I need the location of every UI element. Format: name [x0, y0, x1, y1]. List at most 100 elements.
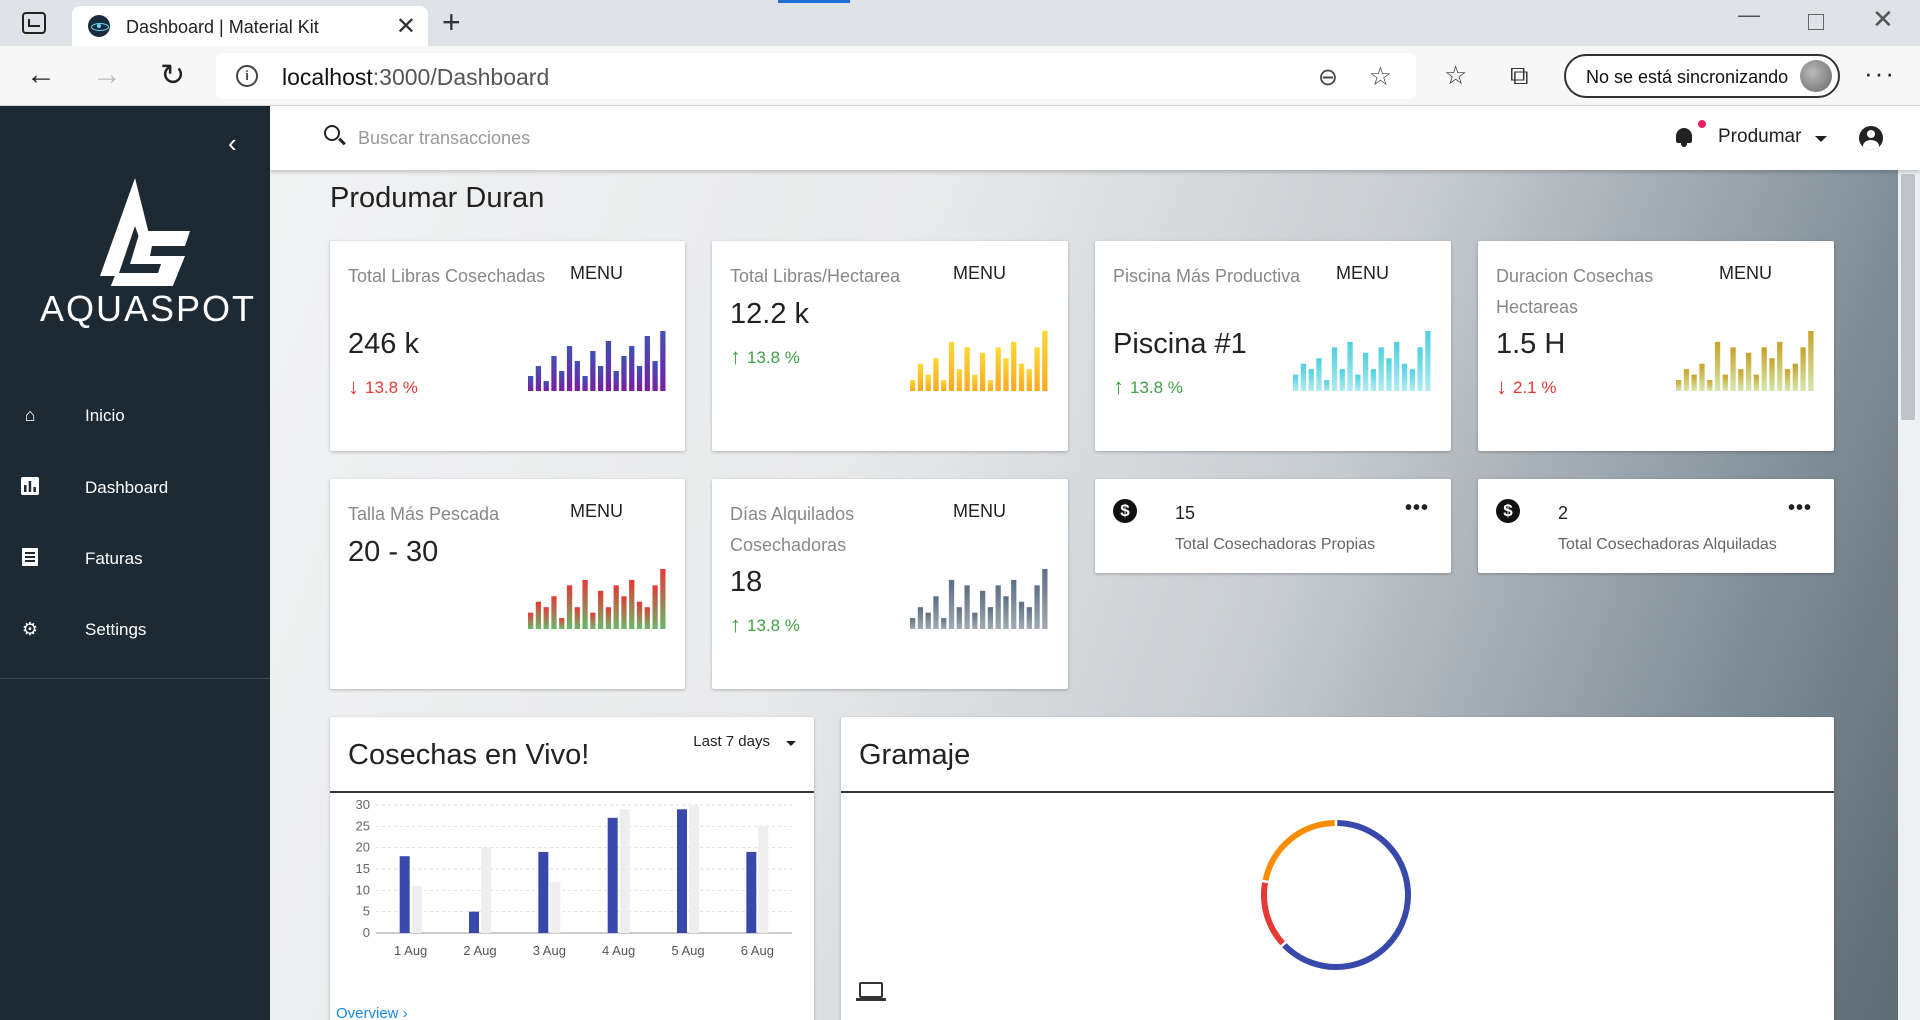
url-text[interactable]: localhost:3000/Dashboard [282, 64, 549, 91]
stat-card-value: 12.2 k [730, 298, 809, 330]
browser-tab-bar: Dashboard | Material Kit ✕ + — ✕ [0, 0, 1920, 46]
sparkline-bar [652, 585, 658, 629]
range-select[interactable]: Last 7 days [693, 733, 770, 750]
collapse-sidebar-icon[interactable]: ‹ [228, 128, 237, 159]
zoom-out-icon[interactable]: ⊖ [1318, 63, 1338, 92]
stat-card-title: Total Libras/Hectarea [730, 266, 901, 286]
sparkline-bar [621, 596, 627, 629]
back-arrow-icon[interactable]: ← [26, 58, 56, 92]
chevron-down-icon[interactable] [786, 741, 796, 746]
sparkline-bar [605, 341, 612, 391]
stat-card-value: 18 [730, 566, 763, 598]
sidebar-item-label: Faturas [85, 549, 143, 568]
sidebar-item-dashboard[interactable]: Dashboard [0, 463, 270, 513]
sparkline-bar [1425, 331, 1431, 391]
sparkline-bar [972, 612, 978, 629]
browser-tab[interactable]: Dashboard | Material Kit ✕ [72, 6, 428, 46]
card-menu-button[interactable]: MENU [953, 501, 1006, 522]
new-tab-button[interactable]: + [442, 4, 461, 41]
sparkline-bar [1730, 347, 1736, 391]
sparkline-bar [987, 380, 994, 391]
notification-badge [1698, 120, 1706, 128]
more-options-icon[interactable]: ··· [1864, 58, 1896, 89]
sparkline-bar [1417, 347, 1423, 391]
live-harvest-panel: Cosechas en Vivo! Last 7 days 0 5 10 15 20 25… [330, 717, 814, 1020]
card-menu-button[interactable]: MENU [570, 263, 623, 284]
card-menu-button[interactable]: MENU [570, 501, 623, 522]
sidebar-item-faturas[interactable]: Faturas [0, 534, 270, 584]
favorites-icon[interactable]: ☆ [1444, 60, 1467, 91]
notifications-bell-icon[interactable] [1675, 126, 1693, 147]
forward-arrow-icon[interactable]: → [92, 58, 122, 92]
search-input[interactable] [358, 124, 758, 152]
stat-card-libras-hectarea: Total Libras/Hectarea MENU 12.2 k ↑ 13.8 … [712, 241, 1068, 451]
sparkline-bar [1018, 601, 1025, 629]
chart-bar [481, 847, 491, 933]
app-root: ‹ AQUASPOT ⌂ Inicio Dashboard Faturas ⚙ [0, 106, 1920, 1020]
scrollbar-thumb[interactable] [1901, 174, 1915, 420]
sparkline-bar [917, 363, 924, 391]
sparkline-bar [1753, 374, 1760, 391]
collections-icon[interactable]: ⧉ [1510, 60, 1529, 92]
panel-title: Cosechas en Vivo! [348, 739, 590, 771]
sidebar-item-inicio[interactable]: ⌂ Inicio [0, 391, 270, 441]
sparkline-bar [535, 366, 542, 391]
sparkline-bar [1378, 347, 1384, 391]
sparkline-bar [1011, 579, 1017, 629]
sparkline-bar [535, 601, 542, 629]
logo-text: AQUASPOT [40, 288, 257, 329]
tab-loading-indicator [778, 0, 850, 3]
window-minimize-button[interactable]: — [1738, 2, 1760, 28]
sidebar: ‹ AQUASPOT ⌂ Inicio Dashboard Faturas ⚙ [0, 106, 270, 1020]
url-host: localhost [282, 64, 373, 90]
user-menu-button[interactable]: Produmar [1718, 126, 1801, 148]
chart-bar [411, 886, 422, 933]
account-circle-icon[interactable] [1859, 126, 1883, 150]
donut-segment [1282, 820, 1411, 970]
sparkline-bar [1300, 363, 1307, 391]
chart-bar [469, 911, 479, 933]
overview-link[interactable]: Overview › [336, 1005, 408, 1020]
stat-card-delta: ↓ 13.8 % [348, 373, 418, 399]
sparkline-bar [582, 376, 588, 391]
sparkline-bar [1409, 369, 1415, 391]
reload-icon[interactable]: ↻ [160, 58, 185, 93]
sparkline-bar [995, 585, 1001, 629]
small-card-alquiladas: $ 2 Total Cosechadoras Alquiladas ••• [1478, 479, 1834, 573]
sparkline-bar [925, 374, 931, 391]
delta-value: 13.8 % [747, 616, 800, 635]
window-restore-button[interactable] [1808, 14, 1824, 30]
sparkline-bar [917, 607, 924, 629]
site-info-icon[interactable]: i [236, 65, 258, 87]
tab-close-icon[interactable]: ✕ [396, 12, 416, 41]
sparkline-bar [1808, 331, 1814, 391]
card-menu-button[interactable]: MENU [1336, 263, 1389, 284]
more-horizontal-icon[interactable]: ••• [1788, 497, 1812, 520]
small-card-value: 2 [1558, 503, 1569, 523]
card-menu-button[interactable]: MENU [953, 263, 1006, 284]
sparkline-bar [613, 585, 619, 629]
sparkline-bar [559, 618, 565, 629]
address-bar[interactable]: i localhost:3000/Dashboard ⊖ ☆ [216, 53, 1416, 99]
more-horizontal-icon[interactable]: ••• [1405, 497, 1429, 520]
tab-actions-icon[interactable] [22, 12, 46, 34]
sparkline-chart [910, 331, 1048, 391]
profile-sync-button[interactable]: No se está sincronizando [1564, 54, 1840, 98]
sparkline-bar [1683, 369, 1690, 391]
arrow-up-icon: ↑ [730, 612, 741, 637]
sparkline-bar [1293, 374, 1299, 391]
sidebar-divider [0, 678, 270, 679]
card-menu-button[interactable]: MENU [1719, 263, 1772, 284]
sidebar-item-settings[interactable]: ⚙ Settings [0, 605, 270, 655]
sparkline-bar [1339, 369, 1345, 391]
chevron-down-icon[interactable] [1815, 136, 1827, 142]
sparkline-bar [652, 361, 658, 391]
chart-bar [746, 851, 757, 933]
sparkline-bar [1394, 341, 1400, 391]
add-favorite-icon[interactable]: ☆ [1369, 61, 1392, 92]
window-close-button[interactable]: ✕ [1872, 4, 1894, 35]
stat-card-title: Total Libras Cosechadas [348, 266, 546, 286]
stat-card-delta: ↑ 13.8 % [1113, 373, 1183, 399]
sidebar-item-label: Dashboard [85, 478, 169, 497]
x-tick-label: 1 Aug [394, 943, 427, 958]
